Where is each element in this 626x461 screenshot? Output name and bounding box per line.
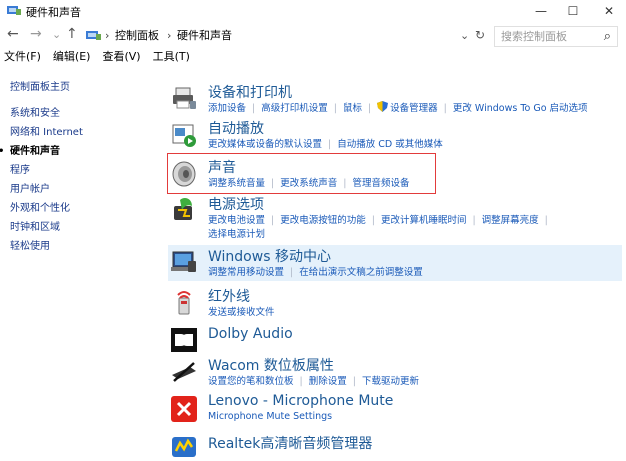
title-bar: 硬件和声音 — ☐ ✕ bbox=[0, 0, 626, 22]
breadcrumb-hardware-sound[interactable]: 硬件和声音 bbox=[177, 27, 232, 44]
category-autoplay: 自动播放 更改媒体或设备的默认设置 | 自动播放 CD 或其他媒体 bbox=[170, 118, 610, 152]
link-default-media[interactable]: 更改媒体或设备的默认设置 bbox=[208, 139, 322, 150]
infrared-icon bbox=[177, 291, 191, 315]
sidebar: 控制面板主页 系统和安全 网络和 Internet 硬件和声音 程序 用户帐户 … bbox=[0, 78, 150, 256]
category-links: 添加设备 | 高级打印机设置 | 鼠标 | 设备管理器 | 更改 Windows To Go 启… bbox=[208, 101, 588, 114]
recent-locations-icon[interactable]: ⌄ bbox=[52, 28, 61, 41]
link-mouse[interactable]: 鼠标 bbox=[343, 103, 362, 114]
link-driver-update[interactable]: 下载驱动更新 bbox=[362, 376, 419, 387]
category-title[interactable]: Dolby Audio bbox=[208, 326, 293, 342]
search-placeholder: 搜索控制面板 bbox=[501, 30, 567, 43]
link-brightness[interactable]: 调整屏幕亮度 bbox=[482, 215, 539, 226]
back-arrow-icon[interactable]: ← bbox=[7, 26, 19, 42]
category-links: Microphone Mute Settings bbox=[208, 411, 332, 422]
category-title[interactable]: 电源选项 bbox=[208, 194, 264, 214]
category-links: 更改电池设置 | 更改电源按钮的功能 | 更改计算机睡眠时间 | 调整屏幕亮度 | bbox=[208, 215, 548, 226]
link-delete-settings[interactable]: 删除设置 bbox=[309, 376, 347, 387]
menu-edit[interactable]: 编辑(E) bbox=[53, 50, 91, 63]
category-links: 发送或接收文件 bbox=[208, 304, 275, 318]
category-realtek: Realtek高清晰音频管理器 bbox=[170, 433, 610, 459]
link-pen-tablet-settings[interactable]: 设置您的笔和数位板 bbox=[208, 376, 294, 387]
link-send-receive-files[interactable]: 发送或接收文件 bbox=[208, 307, 275, 318]
link-mobility-settings[interactable]: 调整常用移动设置 bbox=[208, 267, 284, 278]
category-lenovo-mic-mute: Lenovo - Microphone Mute Microphone Mute… bbox=[170, 393, 610, 427]
category-links: 设置您的笔和数位板 | 删除设置 | 下载驱动更新 bbox=[208, 376, 419, 387]
window-title: 硬件和声音 bbox=[26, 6, 81, 19]
mobility-center-icon bbox=[171, 251, 196, 272]
control-panel-small-icon bbox=[86, 31, 101, 40]
link-power-plan[interactable]: 选择电源计划 bbox=[208, 229, 265, 240]
refresh-icon[interactable]: ↻ bbox=[475, 27, 485, 44]
mic-mute-icon bbox=[171, 396, 197, 422]
breadcrumb-control-panel[interactable]: 控制面板 bbox=[115, 27, 159, 44]
power-icon bbox=[174, 198, 192, 220]
link-advanced-printer[interactable]: 高级打印机设置 bbox=[261, 103, 328, 114]
menu-file[interactable]: 文件(F) bbox=[4, 50, 41, 63]
minimize-button[interactable]: — bbox=[526, 2, 556, 20]
menu-bar: 文件(F) 编辑(E) 查看(V) 工具(T) bbox=[0, 48, 198, 66]
category-devices-printers: 设备和打印机 添加设备 | 高级打印机设置 | 鼠标 | 设备管理器 | 更改 Windows … bbox=[170, 82, 610, 116]
link-add-device[interactable]: 添加设备 bbox=[208, 103, 246, 114]
category-title[interactable]: Lenovo - Microphone Mute bbox=[208, 393, 393, 409]
search-icon[interactable]: ⌕ bbox=[604, 27, 611, 46]
shield-icon bbox=[377, 101, 389, 112]
link-presentation-settings[interactable]: 在给出演示文稿之前调整设置 bbox=[299, 267, 423, 278]
link-power-button[interactable]: 更改电源按钮的功能 bbox=[280, 215, 366, 226]
menu-tools[interactable]: 工具(T) bbox=[153, 50, 190, 63]
navigation-bar: ← → ⌄ ↑ › 控制面板 › 硬件和声音 ⌄ ↻ 搜索控制面板 ⌕ bbox=[0, 24, 626, 47]
sidebar-item-ease-of-access[interactable]: 轻松使用 bbox=[0, 237, 150, 256]
sidebar-item-programs[interactable]: 程序 bbox=[0, 161, 150, 180]
category-title[interactable]: Windows 移动中心 bbox=[208, 246, 331, 266]
wacom-pen-icon bbox=[172, 362, 196, 382]
address-dropdown-icon[interactable]: ⌄ bbox=[460, 27, 469, 44]
sidebar-item-clock-region[interactable]: 时钟和区域 bbox=[0, 218, 150, 237]
category-links: 调整常用移动设置 | 在给出演示文稿之前调整设置 bbox=[208, 267, 423, 278]
search-input[interactable]: 搜索控制面板 ⌕ bbox=[494, 26, 618, 47]
category-title[interactable]: Realtek高清晰音频管理器 bbox=[208, 433, 372, 453]
sidebar-item-appearance[interactable]: 外观和个性化 bbox=[0, 199, 150, 218]
category-infrared: 红外线 发送或接收文件 bbox=[170, 286, 610, 320]
category-links: 更改媒体或设备的默认设置 | 自动播放 CD 或其他媒体 bbox=[208, 139, 443, 150]
category-title[interactable]: 自动播放 bbox=[208, 118, 264, 138]
category-links-second-row: 选择电源计划 bbox=[208, 226, 265, 240]
category-title[interactable]: 设备和打印机 bbox=[208, 82, 292, 102]
close-button[interactable]: ✕ bbox=[594, 2, 624, 20]
control-panel-icon bbox=[7, 6, 21, 15]
link-autoplay-cd[interactable]: 自动播放 CD 或其他媒体 bbox=[337, 139, 443, 150]
link-mic-mute-settings[interactable]: Microphone Mute Settings bbox=[208, 411, 332, 422]
category-mobility-center: Windows 移动中心 调整常用移动设置 | 在给出演示文稿之前调整设置 bbox=[170, 246, 610, 280]
maximize-button[interactable]: ☐ bbox=[558, 2, 588, 20]
sidebar-item-hardware-sound[interactable]: 硬件和声音 bbox=[0, 142, 150, 161]
autoplay-icon bbox=[172, 124, 196, 147]
sidebar-item-home[interactable]: 控制面板主页 bbox=[0, 78, 150, 97]
realtek-icon bbox=[172, 437, 196, 457]
link-sleep-time[interactable]: 更改计算机睡眠时间 bbox=[381, 215, 467, 226]
breadcrumb-separator: › bbox=[167, 29, 172, 42]
address-bar[interactable]: › 控制面板 › 硬件和声音 ⌄ ↻ bbox=[86, 27, 486, 44]
sidebar-item-system-security[interactable]: 系统和安全 bbox=[0, 104, 150, 123]
printer-icon bbox=[173, 87, 196, 109]
menu-view[interactable]: 查看(V) bbox=[102, 50, 140, 63]
forward-arrow-icon[interactable]: → bbox=[30, 26, 42, 42]
sidebar-item-user-accounts[interactable]: 用户帐户 bbox=[0, 180, 150, 199]
category-dolby-audio: Dolby Audio bbox=[170, 326, 610, 354]
link-device-manager[interactable]: 设备管理器 bbox=[390, 103, 438, 114]
dolby-icon bbox=[171, 328, 197, 352]
sidebar-item-network[interactable]: 网络和 Internet bbox=[0, 123, 150, 142]
link-windows-to-go[interactable]: 更改 Windows To Go 启动选项 bbox=[453, 103, 588, 114]
category-power-options: 电源选项 更改电池设置 | 更改电源按钮的功能 | 更改计算机睡眠时间 | 调整屏幕亮度 | … bbox=[170, 194, 610, 242]
breadcrumb-separator: › bbox=[105, 29, 110, 42]
up-arrow-icon[interactable]: ↑ bbox=[66, 26, 78, 42]
category-title[interactable]: Wacom 数位板属性 bbox=[208, 355, 334, 375]
category-wacom: Wacom 数位板属性 设置您的笔和数位板 | 删除设置 | 下载驱动更新 bbox=[170, 355, 610, 389]
highlight-box bbox=[167, 153, 436, 194]
category-title[interactable]: 红外线 bbox=[208, 286, 250, 306]
link-battery-settings[interactable]: 更改电池设置 bbox=[208, 215, 265, 226]
